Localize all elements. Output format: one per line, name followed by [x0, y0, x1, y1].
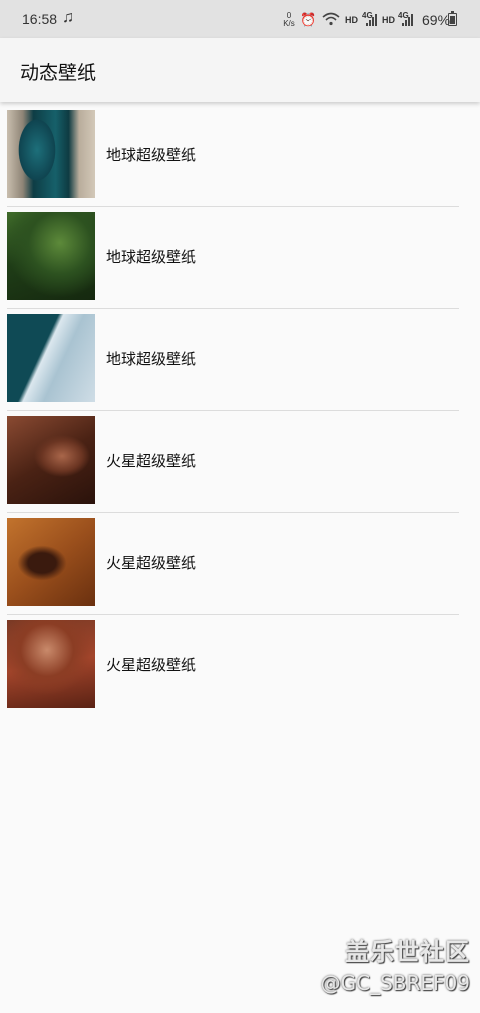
- status-time: 16:58: [22, 11, 58, 27]
- watermark-handle: @GC_SBREF09: [320, 971, 470, 995]
- watermark: 盖乐世社区 @GC_SBREF09: [321, 932, 470, 995]
- status-bar: 16:58 ♫ 0 K/s ⏰ HD 4G HD 4G 69%: [0, 0, 480, 38]
- signal-icon-2: [402, 14, 414, 26]
- wallpaper-thumbnail: [7, 314, 95, 402]
- hd-badge-1: HD: [345, 15, 358, 25]
- hd-badge-2: HD: [382, 15, 395, 25]
- battery-percent: 69%: [422, 12, 451, 28]
- list-item-label: 地球超级壁纸: [106, 350, 197, 368]
- list-item[interactable]: 地球超级壁纸: [0, 309, 480, 411]
- network-speed: 0 K/s: [282, 12, 296, 28]
- wallpaper-thumbnail: [7, 518, 95, 606]
- wifi-icon: [322, 12, 340, 29]
- signal-icon-1: [366, 14, 378, 26]
- list-item[interactable]: 地球超级壁纸: [0, 207, 480, 309]
- list-item-label: 地球超级壁纸: [106, 248, 197, 266]
- list-item[interactable]: 地球超级壁纸: [0, 105, 480, 207]
- list-item[interactable]: 火星超级壁纸: [0, 411, 480, 513]
- wallpaper-list: 地球超级壁纸 地球超级壁纸 地球超级壁纸 火星超级壁纸 火星超级壁纸 火星超级壁…: [0, 105, 480, 717]
- network-speed-unit: K/s: [283, 19, 295, 28]
- wallpaper-thumbnail: [7, 212, 95, 300]
- list-item-label: 地球超级壁纸: [106, 146, 197, 164]
- list-item-label: 火星超级壁纸: [106, 656, 197, 674]
- wallpaper-thumbnail: [7, 110, 95, 198]
- wallpaper-thumbnail: [7, 416, 95, 504]
- app-bar: 动态壁纸: [0, 38, 480, 102]
- page-title: 动态壁纸: [20, 62, 97, 84]
- watermark-brand: 盖乐世社区: [345, 938, 470, 966]
- list-item[interactable]: 火星超级壁纸: [0, 513, 480, 615]
- alarm-icon: ⏰: [300, 12, 317, 27]
- list-item[interactable]: 火星超级壁纸: [0, 615, 480, 717]
- wallpaper-thumbnail: [7, 620, 95, 708]
- battery-icon: [448, 11, 457, 26]
- list-item-label: 火星超级壁纸: [106, 452, 197, 470]
- list-item-label: 火星超级壁纸: [106, 554, 197, 572]
- music-note-icon: ♫: [62, 9, 74, 26]
